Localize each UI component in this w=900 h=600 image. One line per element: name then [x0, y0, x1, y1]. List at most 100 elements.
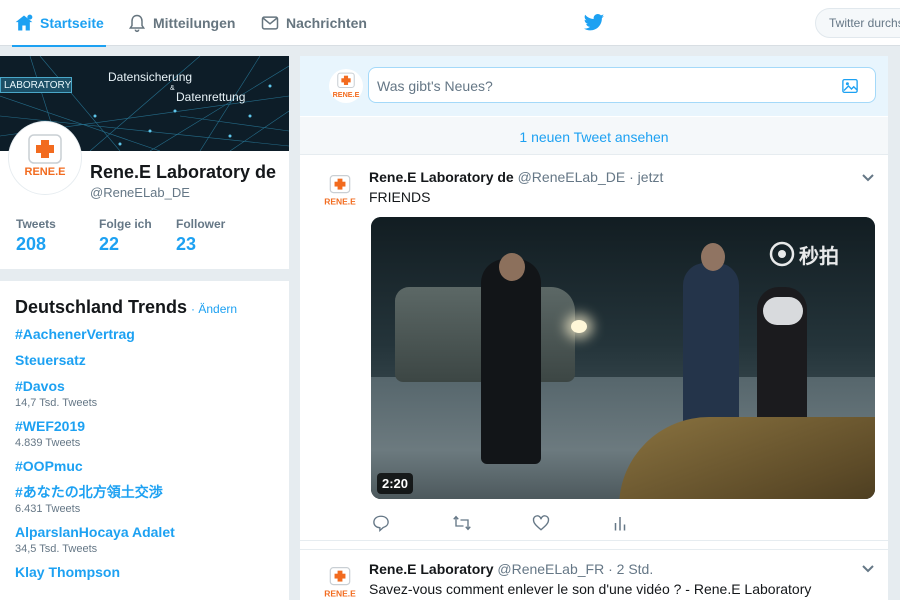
trend-item[interactable]: #AachenerVertrag: [15, 325, 289, 344]
banner-lab-label: LABORATORY: [0, 77, 72, 93]
svg-text:RENE.E: RENE.E: [25, 166, 66, 178]
envelope-icon: [261, 16, 279, 30]
trend-count: 4.839 Tweets: [15, 437, 81, 449]
timeline: RENE.E Was gibt's Neues? 1 neuen Tweet a…: [300, 56, 888, 600]
trend-name: Klay Thompson: [15, 564, 121, 580]
analytics-icon[interactable]: [612, 514, 628, 532]
rene-logo-icon: RENE.E: [333, 72, 360, 99]
trend-item[interactable]: AlparslanHocaya Adalet 34,5 Tsd. Tweets: [15, 523, 289, 556]
tweet-time[interactable]: 2 Std.: [617, 561, 654, 577]
trend-count: 34,5 Tsd. Tweets: [15, 543, 98, 555]
video-duration-badge: 2:20: [377, 473, 414, 494]
nav-home[interactable]: Startseite: [12, 0, 106, 47]
retweet-icon[interactable]: [452, 514, 472, 532]
tweet-text: Savez-vous comment enlever le son d'une …: [369, 581, 812, 597]
stat-value: 23: [176, 234, 197, 254]
tweet[interactable]: RENE.E Rene.E Laboratory de @ReneELab_DE…: [300, 156, 888, 541]
svg-text:RENE.E: RENE.E: [324, 589, 356, 599]
compose-placeholder: Was gibt's Neues?: [377, 78, 493, 94]
banner-line-2: Datenrettung: [176, 90, 246, 104]
svg-text:RENE.E: RENE.E: [333, 90, 360, 99]
stat-label: Follower: [176, 217, 226, 231]
nav-notifications[interactable]: Mitteilungen: [127, 0, 235, 46]
tweet-text: FRIENDS: [369, 189, 431, 205]
chevron-down-icon[interactable]: [861, 173, 875, 183]
tweet-author-handle[interactable]: @ReneELab_DE: [518, 169, 626, 185]
composer-avatar[interactable]: RENE.E: [329, 69, 363, 103]
home-icon: [15, 14, 33, 31]
stat-value: 208: [16, 234, 47, 254]
banner-line-1: Datensicherung: [108, 70, 193, 84]
trend-name: Steuersatz: [15, 352, 86, 368]
profile-handle[interactable]: @ReneELab_DE: [90, 185, 190, 200]
trend-count: 14,7 Tsd. Tweets: [15, 397, 98, 409]
video-watermark-text: 秒拍: [799, 245, 839, 268]
tweet-separator: ·: [629, 169, 634, 185]
trend-count: 6.431 Tweets: [15, 503, 81, 515]
video-figure-scarf: [763, 297, 803, 325]
miaopai-logo-icon: [769, 241, 795, 267]
tweet[interactable]: RENE.E Rene.E Laboratory @ReneELab_FR · …: [300, 549, 888, 600]
trends-module: Deutschland Trends · Ändern #AachenerVer…: [0, 281, 289, 600]
profile-name[interactable]: Rene.E Laboratory de: [90, 162, 276, 183]
tweet-avatar[interactable]: RENE.E: [320, 564, 356, 599]
stat-following[interactable]: Folge ich 22: [99, 217, 152, 255]
trend-item[interactable]: #Davos 14,7 Tsd. Tweets: [15, 377, 289, 410]
trend-name: #Davos: [15, 378, 65, 394]
heart-icon[interactable]: [532, 514, 550, 532]
banner-ampersand: &: [170, 85, 175, 92]
video-figure-head: [499, 253, 525, 281]
trends-change-link[interactable]: · Ändern: [191, 302, 237, 316]
bell-icon: [128, 14, 146, 33]
video-figure: [481, 259, 541, 464]
tweet-video[interactable]: 秒拍 2:20: [371, 217, 875, 499]
profile-card: LABORATORY Datensicherung & Datenrettung…: [0, 56, 289, 269]
rene-logo-icon: RENE.E: [324, 175, 356, 207]
trend-item[interactable]: Klay Thompson: [15, 563, 289, 582]
image-icon[interactable]: [841, 77, 859, 95]
trend-item[interactable]: Steuersatz: [15, 351, 289, 370]
svg-text:RENE.E: RENE.E: [324, 197, 356, 207]
tweet-header: Rene.E Laboratory de @ReneELab_DE · jetz…: [369, 169, 663, 185]
search-input[interactable]: Twitter durchs: [815, 8, 900, 38]
video-figure: [683, 263, 739, 433]
trend-item[interactable]: #あなたの北方領土交渉 6.431 Tweets: [15, 483, 289, 516]
nav-home-label: Startseite: [40, 15, 104, 31]
nav-messages-label: Nachrichten: [286, 15, 367, 31]
video-figure-head: [701, 243, 725, 271]
rene-logo-icon: RENE.E: [324, 567, 356, 599]
tweet-composer: RENE.E Was gibt's Neues?: [300, 56, 888, 116]
stat-label: Tweets: [16, 217, 56, 231]
trend-item[interactable]: #WEF2019 4.839 Tweets: [15, 417, 289, 450]
trends-header: Deutschland Trends · Ändern: [15, 297, 289, 321]
rene-logo-icon: RENE.E: [25, 134, 66, 178]
tweet-time[interactable]: jetzt: [638, 169, 664, 185]
chevron-down-icon[interactable]: [861, 564, 875, 574]
trend-name: #WEF2019: [15, 418, 86, 434]
tweet-author-name[interactable]: Rene.E Laboratory de: [369, 169, 514, 185]
tweet-author-handle[interactable]: @ReneELab_FR: [497, 561, 604, 577]
nav-messages[interactable]: Nachrichten: [260, 0, 367, 46]
trend-name: #AachenerVertrag: [15, 326, 135, 342]
trend-item[interactable]: #OOPmuc: [15, 457, 289, 476]
profile-avatar[interactable]: RENE.E: [9, 122, 81, 194]
tweet-avatar[interactable]: RENE.E: [320, 172, 356, 207]
twitter-bird-icon[interactable]: [583, 13, 605, 33]
trends-title: Deutschland Trends: [15, 297, 188, 317]
top-navigation: Startseite Mitteilungen Nachrichten Twit…: [0, 0, 900, 47]
tweet-separator: ·: [608, 561, 613, 577]
trend-name: AlparslanHocaya Adalet: [15, 524, 175, 540]
trend-name: #OOPmuc: [15, 458, 83, 474]
stat-value: 22: [99, 234, 120, 254]
trend-name: #あなたの北方領土交渉: [15, 484, 163, 500]
stat-followers[interactable]: Follower 23: [176, 217, 225, 255]
new-tweets-bar[interactable]: 1 neuen Tweet ansehen: [300, 117, 888, 155]
video-headlight: [571, 320, 587, 333]
stat-label: Folge ich: [99, 217, 152, 231]
stat-tweets[interactable]: Tweets 208: [16, 217, 56, 255]
nav-notifications-label: Mitteilungen: [153, 15, 236, 31]
reply-icon[interactable]: [372, 514, 390, 532]
tweet-author-name[interactable]: Rene.E Laboratory: [369, 561, 493, 577]
compose-input[interactable]: Was gibt's Neues?: [368, 67, 876, 103]
tweet-header: Rene.E Laboratory @ReneELab_FR · 2 Std.: [369, 561, 653, 577]
